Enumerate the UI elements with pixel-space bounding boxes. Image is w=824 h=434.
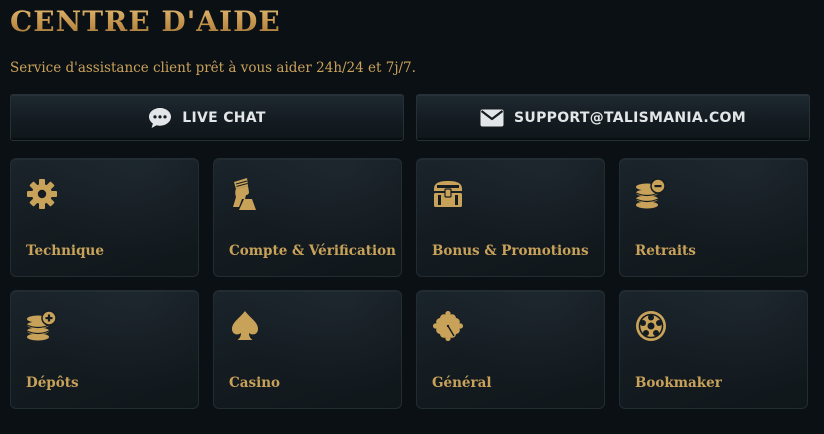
category-label: Général xyxy=(432,375,492,391)
category-card-retraits[interactable]: Retraits xyxy=(619,158,808,277)
coins-minus-icon xyxy=(634,177,668,211)
category-label: Dépôts xyxy=(26,375,79,391)
gear-icon xyxy=(25,177,59,211)
page-subtitle: Service d'assistance client prêt à vous … xyxy=(10,60,416,76)
chat-bubble-icon xyxy=(148,107,172,129)
email-support-label: SUPPORT@TALISMANIA.COM xyxy=(514,109,746,126)
coins-plus-icon xyxy=(25,309,59,343)
live-chat-button[interactable]: LIVE CHAT xyxy=(10,94,404,141)
live-chat-label: LIVE CHAT xyxy=(182,109,266,126)
page-title: CENTRE D'AIDE xyxy=(10,2,281,42)
category-label: Bonus & Promotions xyxy=(432,243,589,259)
category-card-bookmaker[interactable]: Bookmaker xyxy=(619,290,808,409)
envelope-icon xyxy=(480,109,504,127)
spade-icon xyxy=(228,309,262,343)
treasure-chest-icon xyxy=(431,177,465,211)
category-card-depots[interactable]: Dépôts xyxy=(10,290,199,409)
category-card-bonus-promotions[interactable]: Bonus & Promotions xyxy=(416,158,605,277)
category-card-compte-verification[interactable]: Compte & Vérification xyxy=(213,158,402,277)
email-support-button[interactable]: SUPPORT@TALISMANIA.COM xyxy=(416,94,810,141)
category-label: Retraits xyxy=(635,243,696,259)
football-icon xyxy=(634,309,668,343)
category-label: Compte & Vérification xyxy=(229,243,396,259)
clover-icon xyxy=(431,309,465,343)
category-label: Technique xyxy=(26,243,104,259)
category-card-general[interactable]: Général xyxy=(416,290,605,409)
category-label: Bookmaker xyxy=(635,375,722,391)
category-card-casino[interactable]: Casino xyxy=(213,290,402,409)
category-card-technique[interactable]: Technique xyxy=(10,158,199,277)
category-label: Casino xyxy=(229,375,281,391)
pharaoh-head-icon xyxy=(228,177,262,211)
